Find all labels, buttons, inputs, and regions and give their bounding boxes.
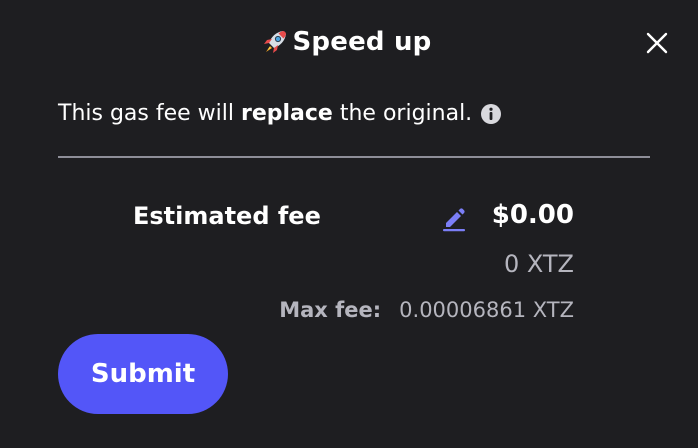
title-group: Speed up (261, 27, 432, 57)
divider (58, 156, 650, 158)
rocket-icon (261, 28, 289, 56)
close-icon[interactable] (644, 30, 670, 56)
dialog-title: Speed up (292, 27, 432, 57)
estimated-fee-xtz: 0 XTZ (503, 250, 574, 278)
info-icon[interactable] (480, 103, 502, 125)
max-fee-row: Max fee: 0.00006861 XTZ (279, 298, 574, 322)
notice-emphasis: replace (240, 101, 333, 126)
pencil-icon[interactable] (440, 204, 468, 232)
notice-prefix: This gas fee will (58, 101, 241, 126)
submit-button[interactable]: Submit (58, 334, 228, 414)
estimated-fee-label: Estimated fee (133, 202, 321, 230)
estimated-fee-usd: $0.00 (491, 200, 574, 230)
replace-notice: This gas fee will replace the original. (58, 101, 502, 126)
max-fee-label: Max fee: (279, 298, 382, 322)
dialog-header: Speed up (0, 22, 698, 62)
max-fee-value: 0.00006861 XTZ (399, 298, 574, 322)
notice-suffix: the original. (332, 101, 473, 126)
